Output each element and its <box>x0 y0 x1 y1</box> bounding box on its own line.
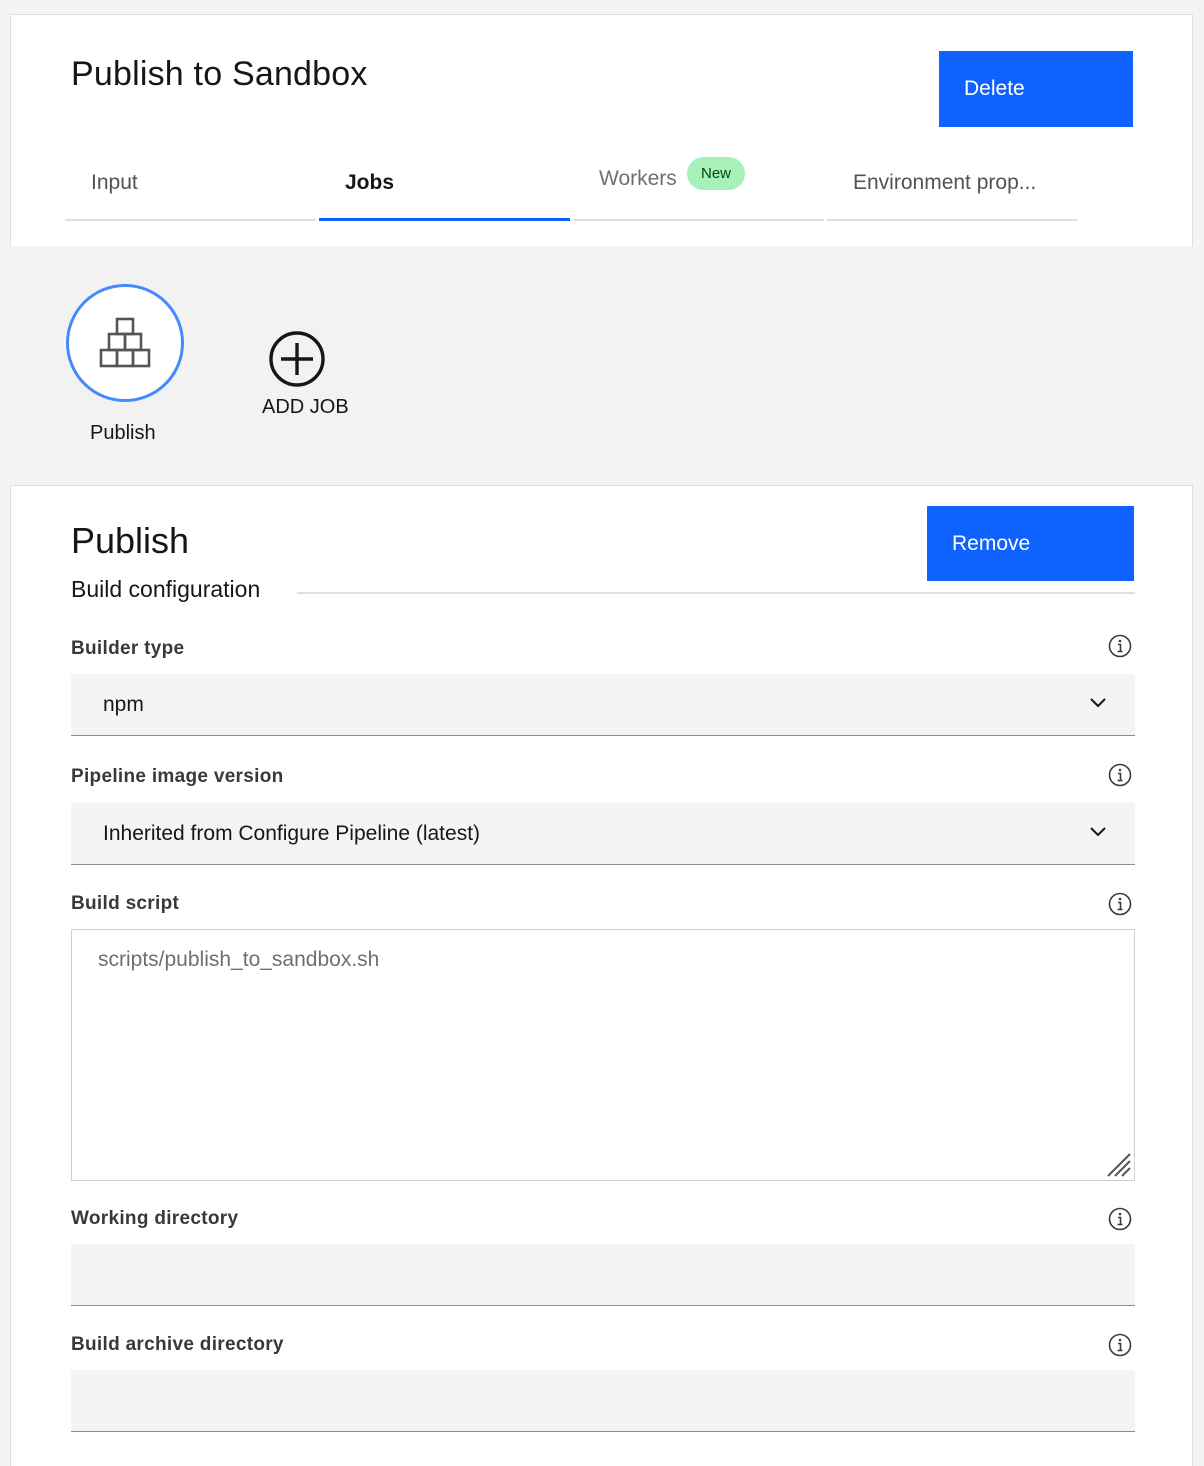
chevron-down-icon <box>1090 698 1106 708</box>
pipeline-image-version-label: Pipeline image version <box>71 766 284 787</box>
pipeline-header-panel: Publish to Sandbox Delete Input Jobs Wor… <box>10 14 1193 246</box>
build-script-textarea[interactable]: scripts/publish_to_sandbox.sh <box>71 929 1135 1181</box>
tab-jobs[interactable]: Jobs <box>319 155 570 221</box>
working-directory-label: Working directory <box>71 1208 239 1229</box>
tab-input[interactable]: Input <box>65 155 316 221</box>
section-heading: Build configuration <box>71 576 261 602</box>
info-icon[interactable] <box>1108 892 1132 916</box>
job-detail-panel: Publish Remove Build configuration Build… <box>10 486 1193 1466</box>
pipeline-image-version-value: Inherited from Configure Pipeline (lates… <box>103 821 481 845</box>
tab-jobs-label: Jobs <box>345 171 395 194</box>
chevron-down-icon <box>1090 827 1106 837</box>
tab-workers-label: Workers <box>599 167 677 190</box>
job-node-label: Publish <box>90 422 156 444</box>
stacked-blocks-icon <box>99 317 151 368</box>
working-directory-input[interactable] <box>71 1244 1135 1306</box>
info-icon[interactable] <box>1108 1207 1132 1231</box>
pipeline-image-version-select[interactable]: Inherited from Configure Pipeline (lates… <box>71 803 1135 865</box>
tab-environment-properties[interactable]: Environment prop... <box>827 155 1078 221</box>
resize-handle-icon[interactable] <box>1104 1150 1132 1178</box>
new-badge: New <box>687 157 746 190</box>
build-archive-directory-input[interactable] <box>71 1370 1135 1432</box>
build-script-label: Build script <box>71 893 180 914</box>
builder-type-select[interactable]: npm <box>71 674 1135 736</box>
page-title: Publish to Sandbox <box>71 55 368 93</box>
tab-input-label: Input <box>91 171 138 194</box>
builder-type-value: npm <box>103 692 144 716</box>
add-job-label: ADD JOB <box>262 396 349 418</box>
info-icon[interactable] <box>1108 1333 1132 1357</box>
section-divider <box>297 592 1135 594</box>
add-job-button[interactable]: ADD JOB <box>262 330 349 430</box>
remove-button[interactable]: Remove <box>927 506 1134 581</box>
info-icon[interactable] <box>1108 763 1132 787</box>
add-circle-icon <box>269 331 325 387</box>
delete-button[interactable]: Delete <box>939 51 1133 127</box>
tab-environment-label: Environment prop... <box>853 171 1037 194</box>
build-archive-directory-label: Build archive directory <box>71 1334 284 1355</box>
builder-type-label: Builder type <box>71 638 185 659</box>
jobs-canvas: Publish ADD JOB <box>10 246 1193 486</box>
job-title: Publish <box>71 520 190 561</box>
info-icon[interactable] <box>1108 634 1132 658</box>
build-script-placeholder: scripts/publish_to_sandbox.sh <box>98 948 380 971</box>
job-node-publish[interactable] <box>66 284 184 402</box>
tab-bar: Input Jobs Workers New Environment prop.… <box>65 155 1081 235</box>
tab-workers[interactable]: Workers New <box>573 155 824 221</box>
